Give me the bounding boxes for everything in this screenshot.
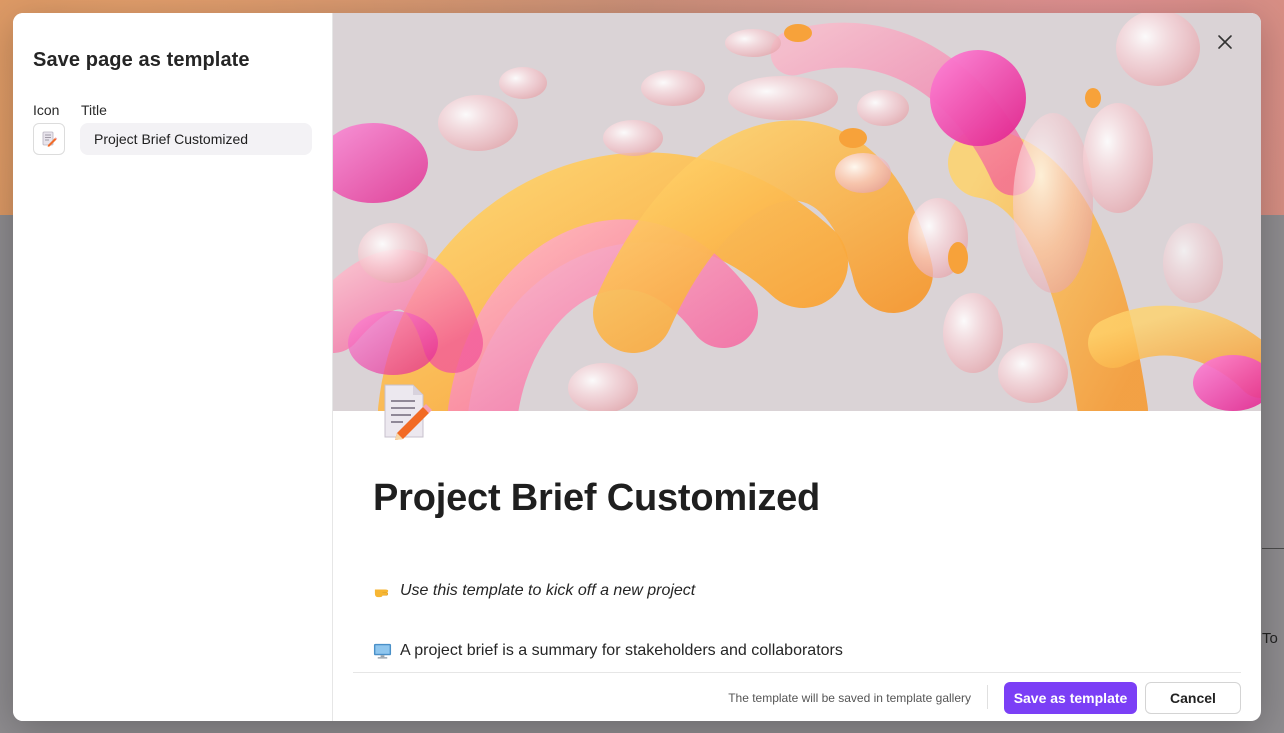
content-line-text: Use this template to kick off a new proj… xyxy=(400,581,696,599)
close-button[interactable] xyxy=(1213,30,1237,54)
template-preview: Project Brief Customized Use this templa… xyxy=(333,13,1261,721)
page-title: Project Brief Customized xyxy=(373,477,821,519)
cancel-button[interactable]: Cancel xyxy=(1145,682,1241,714)
content-line: A project brief is a summary for stakeho… xyxy=(373,641,843,660)
icon-picker-button[interactable] xyxy=(33,123,65,155)
computer-monitor-icon xyxy=(373,643,392,659)
memo-pencil-icon xyxy=(384,384,432,440)
dialog-footer: The template will be saved in template g… xyxy=(353,672,1241,721)
dialog-title: Save page as template xyxy=(33,49,250,71)
content-line: Use this template to kick off a new proj… xyxy=(373,581,695,600)
close-icon xyxy=(1218,35,1232,49)
footer-divider xyxy=(987,685,988,709)
save-template-dialog: Save page as template Icon Title Project… xyxy=(13,13,1261,721)
cover-image xyxy=(333,13,1261,411)
memo-pencil-icon xyxy=(42,131,58,147)
cover-image-art xyxy=(333,13,1261,411)
template-title-input[interactable] xyxy=(80,123,312,155)
content-line-text: A project brief is a summary for stakeho… xyxy=(400,641,843,659)
pointing-hand-icon xyxy=(374,589,389,598)
save-as-template-button[interactable]: Save as template xyxy=(1004,682,1137,714)
title-label: Title xyxy=(81,102,107,118)
footer-note: The template will be saved in template g… xyxy=(728,691,971,705)
icon-label: Icon xyxy=(33,102,60,118)
template-settings-panel: Save page as template Icon Title xyxy=(13,13,333,721)
